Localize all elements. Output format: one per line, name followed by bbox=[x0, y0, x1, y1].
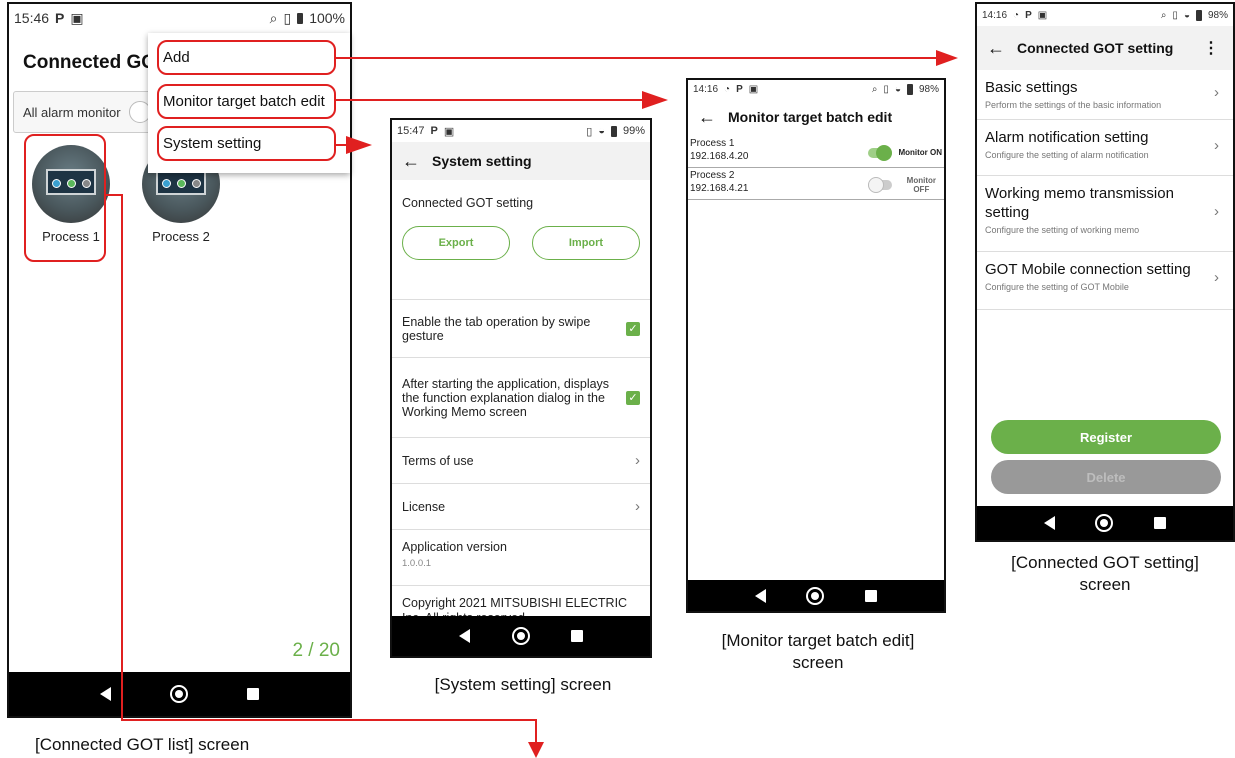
arrow-head bbox=[642, 91, 668, 109]
arrow-head bbox=[936, 50, 958, 66]
arrow-head bbox=[528, 742, 544, 758]
flow-arrows bbox=[106, 50, 958, 758]
arrow-head bbox=[346, 136, 372, 154]
arrow-process-1 bbox=[106, 194, 537, 742]
